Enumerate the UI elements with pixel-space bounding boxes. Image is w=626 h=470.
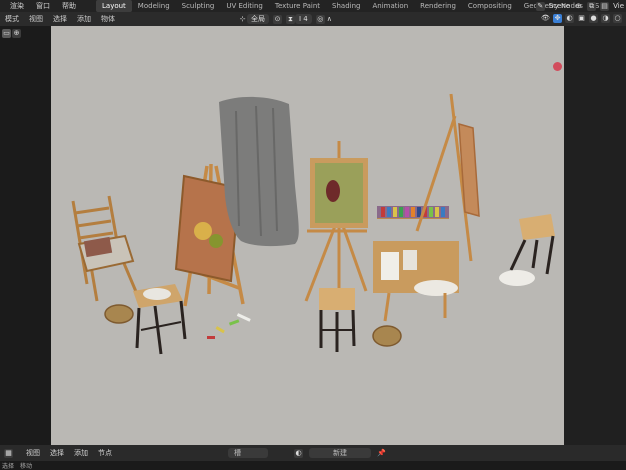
tab-modeling[interactable]: Modeling bbox=[132, 0, 176, 12]
toolbar-left: ▭ ⊕ bbox=[0, 26, 51, 445]
transform-orientation-icon: ⊹ bbox=[239, 14, 246, 23]
new-material-button[interactable]: 新建 bbox=[309, 448, 371, 458]
wicker-basket-middle bbox=[372, 325, 402, 347]
tab-layout[interactable]: Layout bbox=[96, 0, 132, 12]
menu-add[interactable]: 添加 bbox=[72, 14, 96, 24]
bottom-menu: 视图 选择 添加 节点 bbox=[21, 448, 117, 458]
painted-apple bbox=[209, 234, 223, 248]
rendered-shading-icon[interactable]: ○ bbox=[613, 14, 622, 23]
overlays-icon[interactable]: ◐ bbox=[565, 14, 574, 23]
bottom-menu-node[interactable]: 节点 bbox=[93, 448, 117, 458]
palette-right bbox=[499, 270, 535, 286]
select-mode-buttons: ▭ ⊕ bbox=[2, 29, 21, 38]
menu-object[interactable]: 物体 bbox=[96, 14, 120, 24]
view-layer-icon[interactable]: ▤ bbox=[600, 1, 610, 11]
3d-viewport[interactable] bbox=[51, 26, 564, 445]
paint-tubes-floor bbox=[207, 313, 251, 339]
bottom-editor-header: ▦ 视图 选择 添加 节点 槽 ◐ 新建 📌 bbox=[0, 445, 626, 461]
cursor-icon[interactable]: ⊕ bbox=[12, 29, 21, 38]
scene-copy-icon[interactable]: ⧉ bbox=[587, 1, 597, 11]
status-move: 移动 bbox=[20, 463, 33, 470]
art-supply-table[interactable] bbox=[373, 241, 459, 322]
tab-shading[interactable]: Shading bbox=[326, 0, 366, 12]
painted-fruit bbox=[194, 222, 212, 240]
menu-help[interactable]: 帮助 bbox=[56, 0, 82, 12]
tab-compositing[interactable]: Compositing bbox=[462, 0, 518, 12]
painting-right bbox=[458, 122, 480, 218]
slot-dropdown[interactable]: 槽 bbox=[228, 448, 268, 458]
menu-select[interactable]: 选择 bbox=[48, 14, 72, 24]
record-indicator-icon bbox=[553, 62, 562, 71]
top-right-controls: ✎ Scene ⊕ ⧉ ▤ Vie bbox=[535, 0, 626, 12]
editor-type-icon[interactable]: ▦ bbox=[4, 448, 13, 458]
status-select: 选择 bbox=[2, 463, 15, 470]
viewport-header: 模式 视图 选择 添加 物体 ⊹ 全局 ⊙ ⧗ I 4 ◎ ∧ 👁 ✥ ◐ ▣ … bbox=[0, 12, 626, 26]
scene-selector[interactable]: Scene bbox=[549, 2, 570, 10]
view-layer-selector[interactable]: Vie bbox=[613, 2, 624, 10]
bottom-menu-select[interactable]: 选择 bbox=[45, 448, 69, 458]
pivot-point-icon[interactable]: ⊙ bbox=[273, 14, 282, 24]
palette-on-stool bbox=[143, 288, 171, 300]
visibility-icon[interactable]: 👁 bbox=[541, 14, 550, 23]
tab-rendering[interactable]: Rendering bbox=[414, 0, 462, 12]
top-bar: 渲染 窗口 帮助 Layout Modeling Sculpting UV Ed… bbox=[0, 0, 626, 12]
main-menu: 渲染 窗口 帮助 bbox=[0, 0, 82, 12]
snap-icon[interactable]: ⧗ bbox=[286, 14, 295, 24]
bottom-menu-view[interactable]: 视图 bbox=[21, 448, 45, 458]
stool-middle[interactable] bbox=[319, 288, 356, 352]
menu-render[interactable]: 渲染 bbox=[4, 0, 30, 12]
menu-window[interactable]: 窗口 bbox=[30, 0, 56, 12]
pin-icon[interactable]: ⊕ bbox=[574, 2, 583, 11]
transform-orientation-dropdown[interactable]: 全局 bbox=[247, 14, 269, 24]
tab-animation[interactable]: Animation bbox=[366, 0, 414, 12]
painted-wine-bottle bbox=[326, 180, 340, 202]
browse-material-icon[interactable]: ◐ bbox=[294, 448, 303, 458]
material-shading-icon[interactable]: ◑ bbox=[601, 14, 610, 23]
pin-node-icon[interactable]: 📌 bbox=[377, 449, 386, 458]
xray-icon[interactable]: ▣ bbox=[577, 14, 586, 23]
proportional-editing-icon[interactable]: ◎ bbox=[315, 14, 325, 24]
wicker-basket-left bbox=[104, 304, 134, 324]
stool-right[interactable] bbox=[509, 214, 555, 275]
scene-render bbox=[71, 93, 555, 355]
solid-shading-icon[interactable]: ● bbox=[589, 14, 598, 23]
right-panel bbox=[564, 26, 626, 445]
snap-increment[interactable]: I 4 bbox=[295, 14, 312, 24]
viewport-menu: 模式 视图 选择 添加 物体 bbox=[0, 14, 120, 24]
select-box-icon[interactable]: ▭ bbox=[2, 29, 11, 38]
mode-selector[interactable]: 模式 bbox=[0, 14, 24, 24]
paint-supply-rack[interactable] bbox=[377, 206, 449, 219]
proportional-falloff-icon[interactable]: ∧ bbox=[325, 15, 334, 24]
tab-texture-paint[interactable]: Texture Paint bbox=[269, 0, 326, 12]
tab-sculpting[interactable]: Sculpting bbox=[176, 0, 221, 12]
workspace-tabs: Layout Modeling Sculpting UV Editing Tex… bbox=[96, 0, 605, 12]
gizmo-icon[interactable]: ✥ bbox=[553, 14, 562, 23]
status-bar: 选择 移动 bbox=[0, 461, 626, 470]
bottom-menu-add[interactable]: 添加 bbox=[69, 448, 93, 458]
tab-uv-editing[interactable]: UV Editing bbox=[220, 0, 269, 12]
menu-view[interactable]: 视图 bbox=[24, 14, 48, 24]
scene-pin-icon[interactable]: ✎ bbox=[535, 1, 545, 11]
